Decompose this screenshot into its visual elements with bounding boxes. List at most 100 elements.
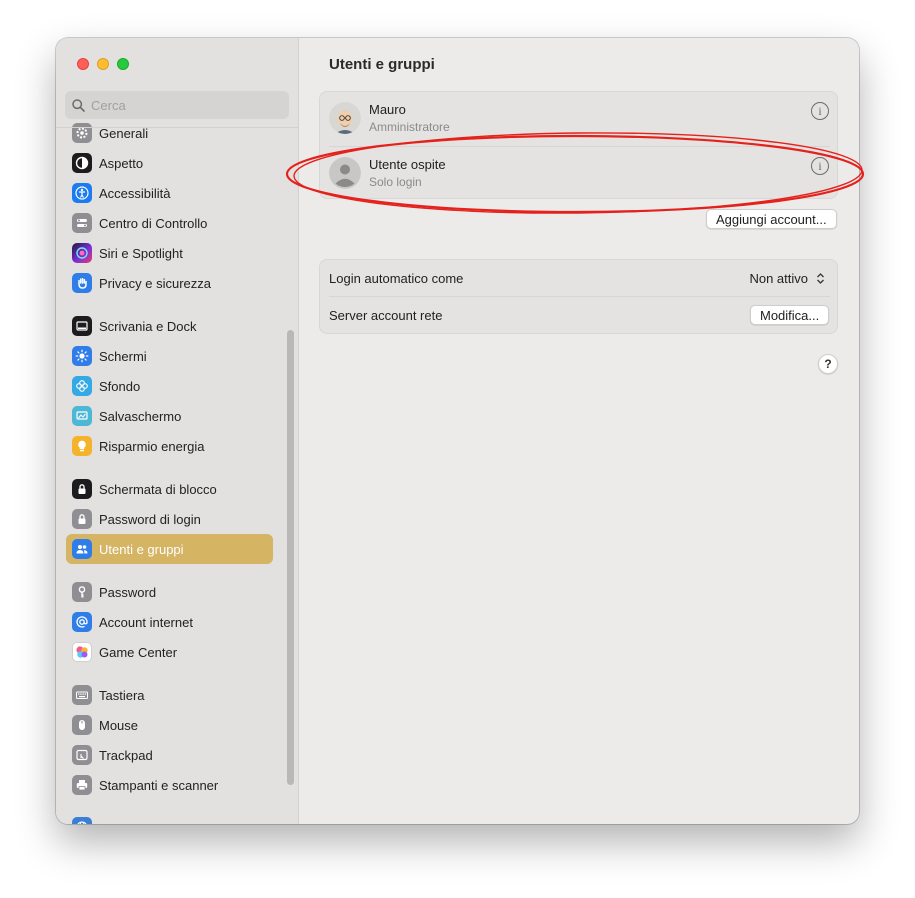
key-icon [72, 582, 92, 602]
info-icon: i [818, 103, 822, 118]
hand-icon [72, 273, 92, 293]
control-center-icon [72, 213, 92, 233]
sidebar-item-label: Sfondo [99, 378, 141, 394]
appearance-icon [72, 153, 92, 173]
info-button-mauro[interactable]: i [811, 102, 829, 120]
siri-icon [72, 243, 92, 263]
minimize-window-button[interactable] [97, 58, 109, 70]
flower-icon [72, 376, 92, 396]
lock-icon [72, 509, 92, 529]
sidebar-scrollbar[interactable] [287, 330, 294, 785]
sidebar-item-label: Salvaschermo [99, 408, 182, 424]
sidebar-divider [56, 127, 298, 128]
sidebar-item-sfondo[interactable]: Sfondo [66, 371, 273, 401]
sidebar-item-aspetto[interactable]: Aspetto [66, 148, 273, 178]
auto-login-label: Login automatico come [329, 271, 464, 286]
close-window-button[interactable] [77, 58, 89, 70]
info-icon: i [818, 158, 822, 173]
user-row-mauro[interactable]: Mauro Amministratore i [320, 92, 839, 147]
sidebar-item-label: Centro di Controllo [99, 215, 208, 231]
dock-icon [72, 316, 92, 336]
sidebar-item-label: Privacy e sicurezza [99, 275, 211, 291]
main-pane: Utenti e gruppi Mauro Amministratore i U… [299, 38, 859, 824]
globe-icon [72, 817, 92, 824]
sidebar-item-schermata-di-blocco[interactable]: Schermata di blocco [66, 474, 273, 504]
user-name: Mauro [369, 102, 406, 117]
sidebar-item-truncated[interactable] [66, 812, 273, 824]
search-icon [72, 98, 85, 112]
sidebar-item-privacy[interactable]: Privacy e sicurezza [66, 268, 273, 298]
sidebar-item-label: Password [99, 584, 157, 600]
users-card: Mauro Amministratore i Utente ospite Sol… [319, 91, 838, 199]
help-button[interactable]: ? [818, 354, 838, 374]
sidebar-item-label: Siri e Spotlight [99, 245, 183, 261]
user-name: Utente ospite [369, 157, 446, 172]
window-controls [77, 58, 129, 70]
sidebar-item-generali[interactable]: Generali [66, 118, 273, 148]
sidebar-item-label: Scrivania e Dock [99, 318, 197, 334]
sidebar-item-trackpad[interactable]: Trackpad [66, 740, 273, 770]
sidebar-item-risparmio-energia[interactable]: Risparmio energia [66, 431, 273, 461]
guest-avatar-icon [329, 157, 361, 189]
sidebar-item-label: Schermi [99, 348, 147, 364]
sidebar-item-password-di-login[interactable]: Password di login [66, 504, 273, 534]
sidebar-item-label: Stampanti e scanner [99, 777, 219, 793]
sidebar-item-label: Password di login [99, 511, 201, 527]
user-row-guest[interactable]: Utente ospite Solo login i [320, 147, 839, 202]
sidebar-item-schermi[interactable]: Schermi [66, 341, 273, 371]
sidebar-item-tastiera[interactable]: Tastiera [66, 680, 273, 710]
zoom-window-button[interactable] [117, 58, 129, 70]
mouse-icon [72, 715, 92, 735]
sidebar-item-salvaschermo[interactable]: Salvaschermo [66, 401, 273, 431]
trackpad-icon [72, 745, 92, 765]
sidebar-item-mouse[interactable]: Mouse [66, 710, 273, 740]
accessibility-icon [72, 183, 92, 203]
sidebar-item-stampanti-scanner[interactable]: Stampanti e scanner [66, 770, 273, 800]
sidebar-item-label: Risparmio energia [99, 438, 205, 454]
users-icon [72, 539, 92, 559]
lightbulb-icon [72, 436, 92, 456]
game-center-icon [72, 642, 92, 662]
sidebar-item-utenti-e-gruppi[interactable]: Utenti e gruppi [66, 534, 273, 564]
lock-icon [72, 479, 92, 499]
edit-network-server-button[interactable]: Modifica... [750, 305, 830, 325]
user-role: Amministratore [369, 120, 450, 134]
login-settings-card: Login automatico come Non attivo Server … [319, 259, 838, 334]
search-field[interactable] [65, 91, 289, 119]
chevron-up-down-icon [813, 270, 827, 286]
sidebar-item-account-internet[interactable]: Account internet [66, 607, 273, 637]
keyboard-icon [72, 685, 92, 705]
network-server-label: Server account rete [329, 308, 443, 323]
sidebar-item-label: Mouse [99, 717, 139, 733]
sidebar-item-game-center[interactable]: Game Center [66, 637, 273, 667]
sun-icon [72, 346, 92, 366]
sidebar: Generali Aspetto Accessibilità Centro di… [56, 38, 299, 824]
at-icon [72, 612, 92, 632]
add-account-button[interactable]: Aggiungi account... [706, 209, 837, 229]
sidebar-item-centro-di-controllo[interactable]: Centro di Controllo [66, 208, 273, 238]
settings-window: Generali Aspetto Accessibilità Centro di… [56, 38, 859, 824]
auto-login-popup[interactable]: Non attivo [749, 270, 827, 286]
info-button-guest[interactable]: i [811, 157, 829, 175]
auto-login-value: Non attivo [749, 270, 808, 286]
gear-icon [72, 123, 92, 143]
sidebar-item-label: Game Center [99, 644, 178, 660]
sidebar-item-accessibilita[interactable]: Accessibilità [66, 178, 273, 208]
screensaver-icon [72, 406, 92, 426]
sidebar-item-label: Account internet [99, 614, 193, 630]
user-role: Solo login [369, 175, 422, 189]
memoji-avatar-icon [329, 102, 361, 134]
sidebar-item-scrivania-dock[interactable]: Scrivania e Dock [66, 311, 273, 341]
sidebar-item-siri[interactable]: Siri e Spotlight [66, 238, 273, 268]
sidebar-item-label: Utenti e gruppi [99, 541, 184, 557]
sidebar-item-label: Aspetto [99, 155, 144, 171]
row-separator [329, 296, 830, 297]
printer-icon [72, 775, 92, 795]
sidebar-item-password[interactable]: Password [66, 577, 273, 607]
sidebar-item-label: Trackpad [99, 747, 153, 763]
sidebar-item-label: Tastiera [99, 687, 145, 703]
search-input[interactable] [91, 97, 271, 113]
page-title: Utenti e gruppi [329, 56, 435, 73]
sidebar-item-label: Schermata di blocco [99, 481, 217, 497]
sidebar-item-label: Accessibilità [99, 185, 171, 201]
